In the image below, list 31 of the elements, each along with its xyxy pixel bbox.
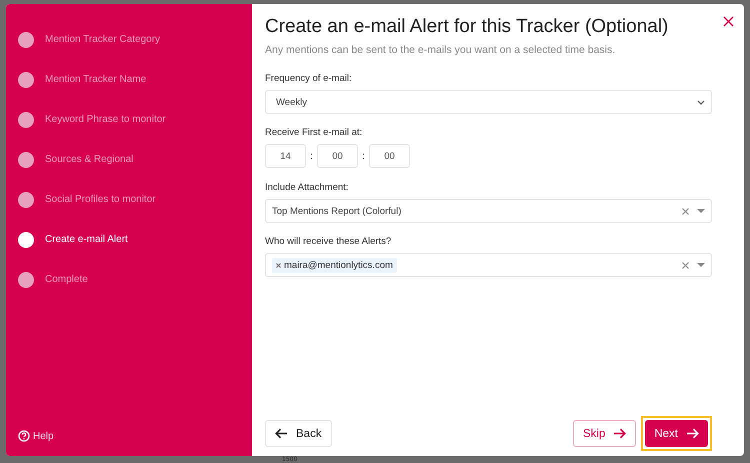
clear-icon[interactable] — [682, 208, 689, 214]
close-icon[interactable] — [723, 16, 734, 27]
back-button[interactable]: Back — [265, 420, 332, 447]
help-icon — [18, 430, 30, 442]
step-item[interactable]: Create e-mail Alert — [18, 230, 252, 249]
arrow-right-icon — [613, 428, 626, 439]
clear-icon[interactable] — [682, 262, 689, 268]
chevron-down-icon — [697, 100, 705, 104]
field-label: Frequency of e-mail: — [265, 73, 353, 84]
field-label: Who will receive these Alerts? — [265, 236, 392, 247]
field-label: Receive First e-mail at: — [265, 127, 364, 138]
dropdown-caret-icon — [697, 263, 705, 267]
arrow-right-icon — [686, 428, 699, 439]
skip-button[interactable]: Skip — [572, 420, 636, 447]
field-label: Include Attachment: — [265, 182, 350, 193]
attachment-select[interactable]: Top Mentions Report (Colorful) — [265, 199, 712, 223]
time-separator: : — [309, 150, 314, 162]
help-link[interactable]: Help — [18, 430, 54, 442]
time-input[interactable]: 00 — [369, 144, 410, 168]
frequency-dropdown[interactable]: Weekly — [265, 90, 712, 114]
arrow-left-icon — [275, 428, 288, 439]
dialog-title: Create an e-mail Alert for this Tracker (Optional) — [265, 16, 670, 38]
dropdown-caret-icon — [697, 209, 705, 213]
time-input[interactable]: 00 — [317, 144, 358, 168]
dialog-subtitle: Any mentions can be sent to the e-mails you want on a selected time basis. — [265, 44, 616, 56]
next-button[interactable]: Next — [645, 420, 708, 447]
time-separator: : — [361, 150, 366, 162]
remove-icon[interactable] — [276, 262, 281, 268]
email-tag[interactable]: maira@mentionlytics.com — [272, 258, 397, 272]
time-input[interactable]: 14 — [265, 144, 306, 168]
recipients-select[interactable]: maira@mentionlytics.com — [265, 253, 712, 277]
